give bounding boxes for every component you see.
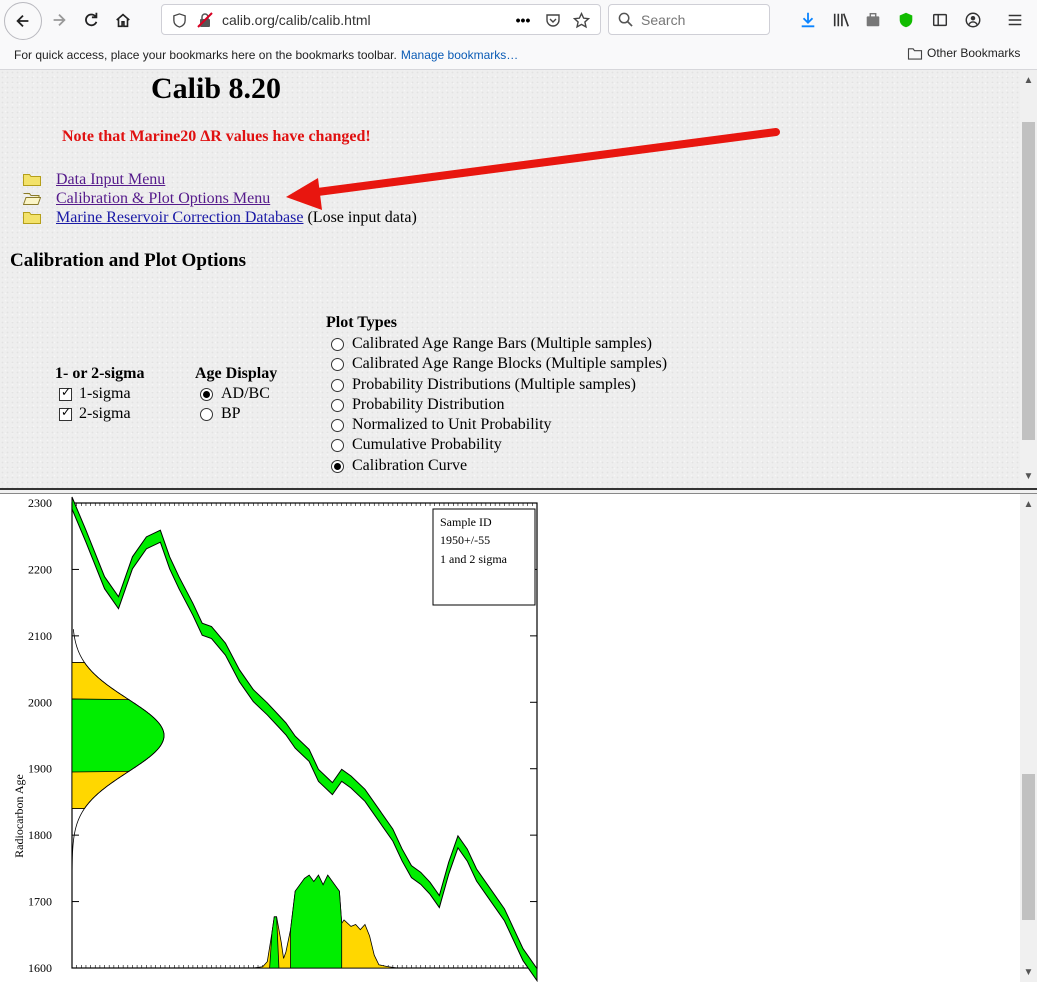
reload-button[interactable]: [76, 5, 106, 35]
scrollbar-thumb[interactable]: [1022, 122, 1035, 440]
other-bookmarks-label: Other Bookmarks: [927, 46, 1021, 60]
options-scrollbar[interactable]: ▲ ▼: [1020, 70, 1037, 488]
briefcase-icon: [866, 12, 880, 27]
download-icon: [801, 12, 815, 28]
browser-toolbar: calib.org/calib/calib.html ••• Search: [0, 0, 1037, 40]
y-tick-label: 1900: [28, 762, 52, 776]
legend-sigma: 1 and 2 sigma: [440, 552, 508, 566]
url-text: calib.org/calib/calib.html: [222, 12, 371, 28]
menu-button[interactable]: [1000, 5, 1030, 35]
scroll-up-icon[interactable]: ▲: [1020, 496, 1037, 512]
y-tick-label: 2000: [28, 695, 52, 709]
options-frame: Calib 8.20 Note that Marine20 ΔR values …: [0, 70, 1037, 488]
search-icon: [618, 12, 633, 32]
bookmark-star-icon[interactable]: [572, 11, 590, 29]
home-button[interactable]: [108, 5, 138, 35]
green-shield-icon: [899, 12, 913, 28]
scroll-up-icon[interactable]: ▲: [1020, 72, 1037, 88]
sidebar-button[interactable]: [925, 5, 955, 35]
y-tick-label: 1600: [28, 961, 52, 975]
legend-sample-age: 1950+/-55: [440, 533, 490, 547]
home-icon: [116, 13, 130, 28]
y-tick-label: 2100: [28, 629, 52, 643]
y-tick-label: 2200: [28, 562, 52, 576]
library-button[interactable]: [826, 5, 856, 35]
search-bar[interactable]: Search: [608, 4, 770, 35]
scroll-down-icon[interactable]: ▼: [1020, 468, 1037, 484]
extension-button[interactable]: [858, 5, 888, 35]
calibration-plot: 2300 2200 2100 2000 1900 1800 1700 1600 Radioca…: [12, 496, 538, 982]
y-axis-label: Radiocarbon Age: [12, 774, 26, 858]
downloads-button[interactable]: [793, 5, 823, 35]
privacy-extension-button[interactable]: [891, 5, 921, 35]
bookmarks-message: For quick access, place your bookmarks h…: [14, 48, 518, 62]
plot-frame: 2300 2200 2100 2000 1900 1800 1700 1600 Radioca…: [0, 494, 1037, 982]
scroll-down-icon[interactable]: ▼: [1020, 964, 1037, 980]
back-button[interactable]: [4, 2, 42, 40]
arrow-right-icon: [53, 13, 66, 27]
legend-box: Sample ID 1950+/-55 1 and 2 sigma: [432, 508, 536, 606]
legend-sample-id: Sample ID: [440, 515, 492, 529]
annotation-arrow: [286, 128, 780, 210]
pocket-icon[interactable]: [544, 11, 562, 29]
y-tick-label: 2300: [28, 496, 52, 510]
hamburger-icon: [1008, 14, 1022, 26]
scrollbar-thumb[interactable]: [1022, 774, 1035, 920]
account-icon: [965, 12, 981, 28]
shield-icon[interactable]: [170, 11, 188, 29]
page-actions-icon[interactable]: •••: [514, 11, 532, 29]
y-tick-label: 1700: [28, 895, 52, 909]
address-bar[interactable]: calib.org/calib/calib.html •••: [161, 4, 601, 35]
y-tick-label: 1800: [28, 828, 52, 842]
calibrated-distribution-1sigma: [290, 874, 343, 969]
plot-scrollbar[interactable]: ▲ ▼: [1020, 494, 1037, 982]
folder-icon: [907, 47, 923, 60]
insecure-lock-icon[interactable]: [196, 11, 214, 29]
sidebar-icon: [932, 13, 948, 27]
forward-button[interactable]: [44, 5, 74, 35]
account-button[interactable]: [958, 5, 988, 35]
manage-bookmarks-link[interactable]: Manage bookmarks…: [401, 48, 518, 62]
reload-icon: [85, 12, 98, 27]
library-icon: [833, 13, 849, 27]
arrow-left-icon: [16, 14, 29, 28]
search-placeholder: Search: [641, 12, 686, 28]
other-bookmarks-button[interactable]: Other Bookmarks: [907, 46, 1020, 60]
bookmarks-hint: For quick access, place your bookmarks h…: [14, 48, 397, 62]
bookmarks-toolbar: For quick access, place your bookmarks h…: [0, 40, 1037, 70]
